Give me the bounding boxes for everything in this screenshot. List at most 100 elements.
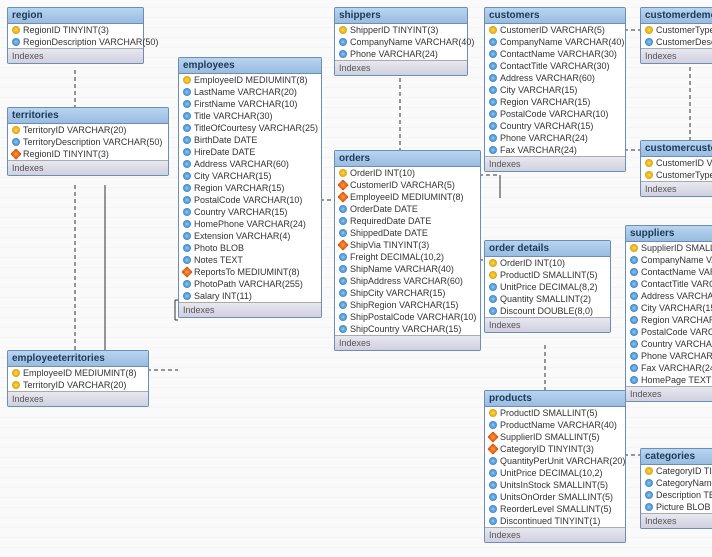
column[interactable]: ContactName VARCHAR(30) xyxy=(485,48,625,60)
table-territories[interactable]: territoriesTerritoryID VARCHAR(20)Territ… xyxy=(7,107,169,176)
column[interactable]: Salary INT(11) xyxy=(179,290,321,302)
column[interactable]: CategoryID TINYINT(3) xyxy=(641,465,712,477)
indexes-section[interactable]: Indexes xyxy=(8,48,143,63)
column[interactable]: OrderID INT(10) xyxy=(335,167,480,179)
table-customers[interactable]: customersCustomerID VARCHAR(5)CompanyNam… xyxy=(484,7,626,172)
column[interactable]: CompanyName VARCHAR(40) xyxy=(485,36,625,48)
column[interactable]: ShippedDate DATE xyxy=(335,227,480,239)
table-header[interactable]: employees xyxy=(179,58,321,74)
column[interactable]: City VARCHAR(15) xyxy=(485,84,625,96)
column[interactable]: CategoryID TINYINT(3) xyxy=(485,443,625,455)
column[interactable]: Extension VARCHAR(4) xyxy=(179,230,321,242)
column[interactable]: Phone VARCHAR(24) xyxy=(485,132,625,144)
column[interactable]: CustomerID VARCHAR(5) xyxy=(485,24,625,36)
column[interactable]: ContactTitle VARCHAR(30) xyxy=(626,278,712,290)
indexes-section[interactable]: Indexes xyxy=(335,60,467,75)
column[interactable]: ProductID SMALLINT(5) xyxy=(485,407,625,419)
table-employeeterritories[interactable]: employeeterritoriesEmployeeID MEDIUMINT(… xyxy=(7,350,149,407)
column[interactable]: CustomerID VARCHAR(5) xyxy=(335,179,480,191)
table-categories[interactable]: categoriesCategoryID TINYINT(3)CategoryN… xyxy=(640,448,712,529)
column[interactable]: Discount DOUBLE(8,0) xyxy=(485,305,610,317)
indexes-section[interactable]: Indexes xyxy=(8,391,148,406)
column[interactable]: ShipCountry VARCHAR(15) xyxy=(335,323,480,335)
column[interactable]: City VARCHAR(15) xyxy=(626,302,712,314)
column[interactable]: Phone VARCHAR(24) xyxy=(626,350,712,362)
column[interactable]: Phone VARCHAR(24) xyxy=(335,48,467,60)
table-header[interactable]: customerdemographics xyxy=(641,8,712,24)
column[interactable]: Fax VARCHAR(24) xyxy=(626,362,712,374)
column[interactable]: Freight DECIMAL(10,2) xyxy=(335,251,480,263)
table-orders[interactable]: ordersOrderID INT(10)CustomerID VARCHAR(… xyxy=(334,150,481,351)
column[interactable]: Address VARCHAR(60) xyxy=(179,158,321,170)
column[interactable]: ShipRegion VARCHAR(15) xyxy=(335,299,480,311)
column[interactable]: RegionDescription VARCHAR(50) xyxy=(8,36,143,48)
column[interactable]: Notes TEXT xyxy=(179,254,321,266)
column[interactable]: CustomerTypeID VARCHAR(10) xyxy=(641,24,712,36)
column[interactable]: SupplierID SMALLINT(5) xyxy=(626,242,712,254)
column[interactable]: EmployeeID MEDIUMINT(8) xyxy=(179,74,321,86)
column[interactable]: HomePage TEXT xyxy=(626,374,712,386)
table-customercustomerdemo[interactable]: customercustomerdemoCustomerID VARCHAR(5… xyxy=(640,140,712,197)
column[interactable]: Quantity SMALLINT(2) xyxy=(485,293,610,305)
column[interactable]: Region VARCHAR(15) xyxy=(179,182,321,194)
table-products[interactable]: productsProductID SMALLINT(5)ProductName… xyxy=(484,390,626,543)
table-header[interactable]: orders xyxy=(335,151,480,167)
table-header[interactable]: order details xyxy=(485,241,610,257)
column[interactable]: Description TEXT xyxy=(641,489,712,501)
column[interactable]: CompanyName VARCHAR(40) xyxy=(335,36,467,48)
column[interactable]: HomePhone VARCHAR(24) xyxy=(179,218,321,230)
column[interactable]: OrderID INT(10) xyxy=(485,257,610,269)
column[interactable]: ReorderLevel SMALLINT(5) xyxy=(485,503,625,515)
table-header[interactable]: suppliers xyxy=(626,226,712,242)
indexes-section[interactable]: Indexes xyxy=(179,302,321,317)
column[interactable]: ProductID SMALLINT(5) xyxy=(485,269,610,281)
column[interactable]: ContactName VARCHAR(30) xyxy=(626,266,712,278)
column[interactable]: ShipCity VARCHAR(15) xyxy=(335,287,480,299)
indexes-section[interactable]: Indexes xyxy=(641,513,712,528)
column[interactable]: TerritoryID VARCHAR(20) xyxy=(8,379,148,391)
table-suppliers[interactable]: suppliersSupplierID SMALLINT(5)CompanyNa… xyxy=(625,225,712,402)
column[interactable]: ShipPostalCode VARCHAR(10) xyxy=(335,311,480,323)
indexes-section[interactable]: Indexes xyxy=(641,181,712,196)
table-header[interactable]: categories xyxy=(641,449,712,465)
table-region[interactable]: regionRegionID TINYINT(3)RegionDescripti… xyxy=(7,7,144,64)
column[interactable]: ProductName VARCHAR(40) xyxy=(485,419,625,431)
column[interactable]: UnitPrice DECIMAL(10,2) xyxy=(485,467,625,479)
column[interactable]: PhotoPath VARCHAR(255) xyxy=(179,278,321,290)
column[interactable]: RegionID TINYINT(3) xyxy=(8,24,143,36)
column[interactable]: Region VARCHAR(15) xyxy=(626,314,712,326)
column[interactable]: Picture BLOB xyxy=(641,501,712,513)
column[interactable]: OrderDate DATE xyxy=(335,203,480,215)
table-shippers[interactable]: shippersShipperID TINYINT(3)CompanyName … xyxy=(334,7,468,76)
column[interactable]: Country VARCHAR(15) xyxy=(485,120,625,132)
column[interactable]: RegionID TINYINT(3) xyxy=(8,148,168,160)
column[interactable]: EmployeeID MEDIUMINT(8) xyxy=(335,191,480,203)
column[interactable]: Fax VARCHAR(24) xyxy=(485,144,625,156)
table-header[interactable]: shippers xyxy=(335,8,467,24)
column[interactable]: Country VARCHAR(15) xyxy=(626,338,712,350)
column[interactable]: HireDate DATE xyxy=(179,146,321,158)
column[interactable]: SupplierID SMALLINT(5) xyxy=(485,431,625,443)
column[interactable]: ShipAddress VARCHAR(60) xyxy=(335,275,480,287)
indexes-section[interactable]: Indexes xyxy=(641,48,712,63)
table-header[interactable]: territories xyxy=(8,108,168,124)
column[interactable]: UnitPrice DECIMAL(8,2) xyxy=(485,281,610,293)
table-header[interactable]: employeeterritories xyxy=(8,351,148,367)
column[interactable]: QuantityPerUnit VARCHAR(20) xyxy=(485,455,625,467)
column[interactable]: FirstName VARCHAR(10) xyxy=(179,98,321,110)
column[interactable]: UnitsInStock SMALLINT(5) xyxy=(485,479,625,491)
column[interactable]: Country VARCHAR(15) xyxy=(179,206,321,218)
column[interactable]: TitleOfCourtesy VARCHAR(25) xyxy=(179,122,321,134)
table-header[interactable]: region xyxy=(8,8,143,24)
indexes-section[interactable]: Indexes xyxy=(485,156,625,171)
column[interactable]: PostalCode VARCHAR(10) xyxy=(179,194,321,206)
column[interactable]: Address VARCHAR(60) xyxy=(626,290,712,302)
column[interactable]: CompanyName VARCHAR(40) xyxy=(626,254,712,266)
column[interactable]: LastName VARCHAR(20) xyxy=(179,86,321,98)
column[interactable]: ShipVia TINYINT(3) xyxy=(335,239,480,251)
column[interactable]: BirthDate DATE xyxy=(179,134,321,146)
column[interactable]: CustomerTypeID VARCHAR(10) xyxy=(641,169,712,181)
indexes-section[interactable]: Indexes xyxy=(485,317,610,332)
indexes-section[interactable]: Indexes xyxy=(335,335,480,350)
table-orderdetails[interactable]: order detailsOrderID INT(10)ProductID SM… xyxy=(484,240,611,333)
